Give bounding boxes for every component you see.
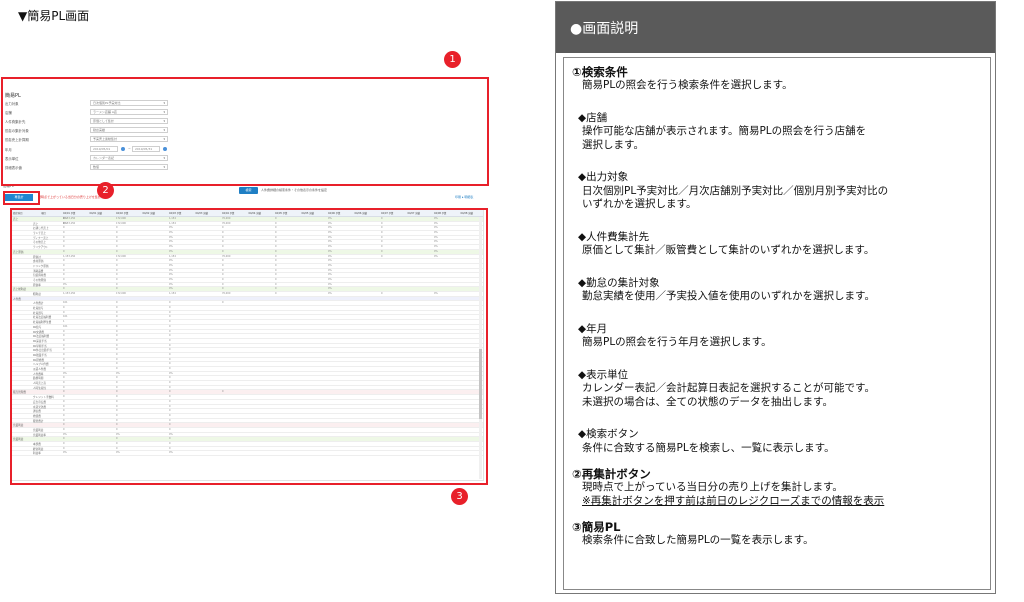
attendance-item-title: ◆勤怠の集計対象 (578, 276, 660, 289)
display-unit-item-title: ◆表示単位 (578, 368, 629, 381)
section2-text-2: ※再集計ボタンを押す前は前日のレジクローズまでの情報を表示 (582, 494, 885, 507)
badge-3: 3 (451, 488, 468, 505)
store-item-text-1: 操作可能な店舗が表示されます。簡易PLの照会を行う店舗を (582, 125, 867, 137)
labor-item-text: 原価として集計／販管費として集計のいずれかを選択します。 (582, 244, 875, 256)
attendance-item-text: 勤怠実績を使用／予実投入値を使用のいずれかを選択します。 (582, 290, 875, 302)
output-item-text-2: いずれかを選択します。 (582, 198, 697, 210)
badge-2: 2 (97, 182, 114, 199)
output-item-title: ◆出力対象 (578, 171, 629, 183)
panel-body: ①検索条件 簡易PLの照会を行う検索条件を選択します。 ◆店舗 操作可能な店舗が… (563, 57, 991, 590)
section1-text: 簡易PLの照会を行う検索条件を選択します。 (582, 79, 793, 91)
highlight-search-conditions (1, 77, 489, 186)
search-note: 人件費詳細の検索条件・その他表示の条件を設定 (261, 188, 328, 192)
display-unit-item-text-1: カレンダー表記／会計起算日表記を選択することが可能です。 (582, 382, 875, 394)
panel-title: ●画面説明 (556, 2, 995, 53)
highlight-recalc-button (3, 191, 40, 205)
search-button-item-text: 条件に合致する簡易PLを検索し、一覧に表示します。 (582, 441, 835, 454)
search-button-item-title: ◆検索ボタン (578, 428, 639, 440)
labor-item-title: ◆人件費集計先 (578, 230, 650, 243)
display-unit-item-text-2: 未選択の場合は、全ての状態のデータを抽出します。 (582, 395, 833, 408)
year-month-item-title: ◆年月 (578, 322, 608, 335)
output-item-text-1: 日次個別PL予実対比／月次店舗別予実対比／個別月別予実対比の (582, 184, 889, 197)
section3-text: 検索条件に合致した簡易PLの一覧を表示します。 (582, 534, 814, 546)
export-links[interactable]: 印刷 ▸ 明細表 (455, 195, 473, 199)
section2-text-1: 現時点で上がっている当日分の売り上げを集計します。 (582, 481, 843, 493)
search-button[interactable]: 検索 (239, 187, 258, 194)
store-item-text-2: 選択します。 (582, 138, 644, 151)
store-item-title: ◆店舗 (578, 111, 608, 124)
page-heading: ▼簡易PL画面 (18, 9, 90, 23)
section3-heading: ③簡易PL (572, 520, 621, 534)
highlight-pl-table (10, 208, 488, 485)
section2-heading: ②再集計ボタン (572, 467, 651, 481)
explanation-panel: ●画面説明 ①検索条件 簡易PLの照会を行う検索条件を選択します。 ◆店舗 操作… (555, 1, 996, 594)
badge-1: 1 (444, 51, 461, 68)
section1-heading: ①検索条件 (572, 65, 628, 79)
year-month-item-text: 簡易PLの照会を行う年月を選択します。 (582, 336, 772, 348)
